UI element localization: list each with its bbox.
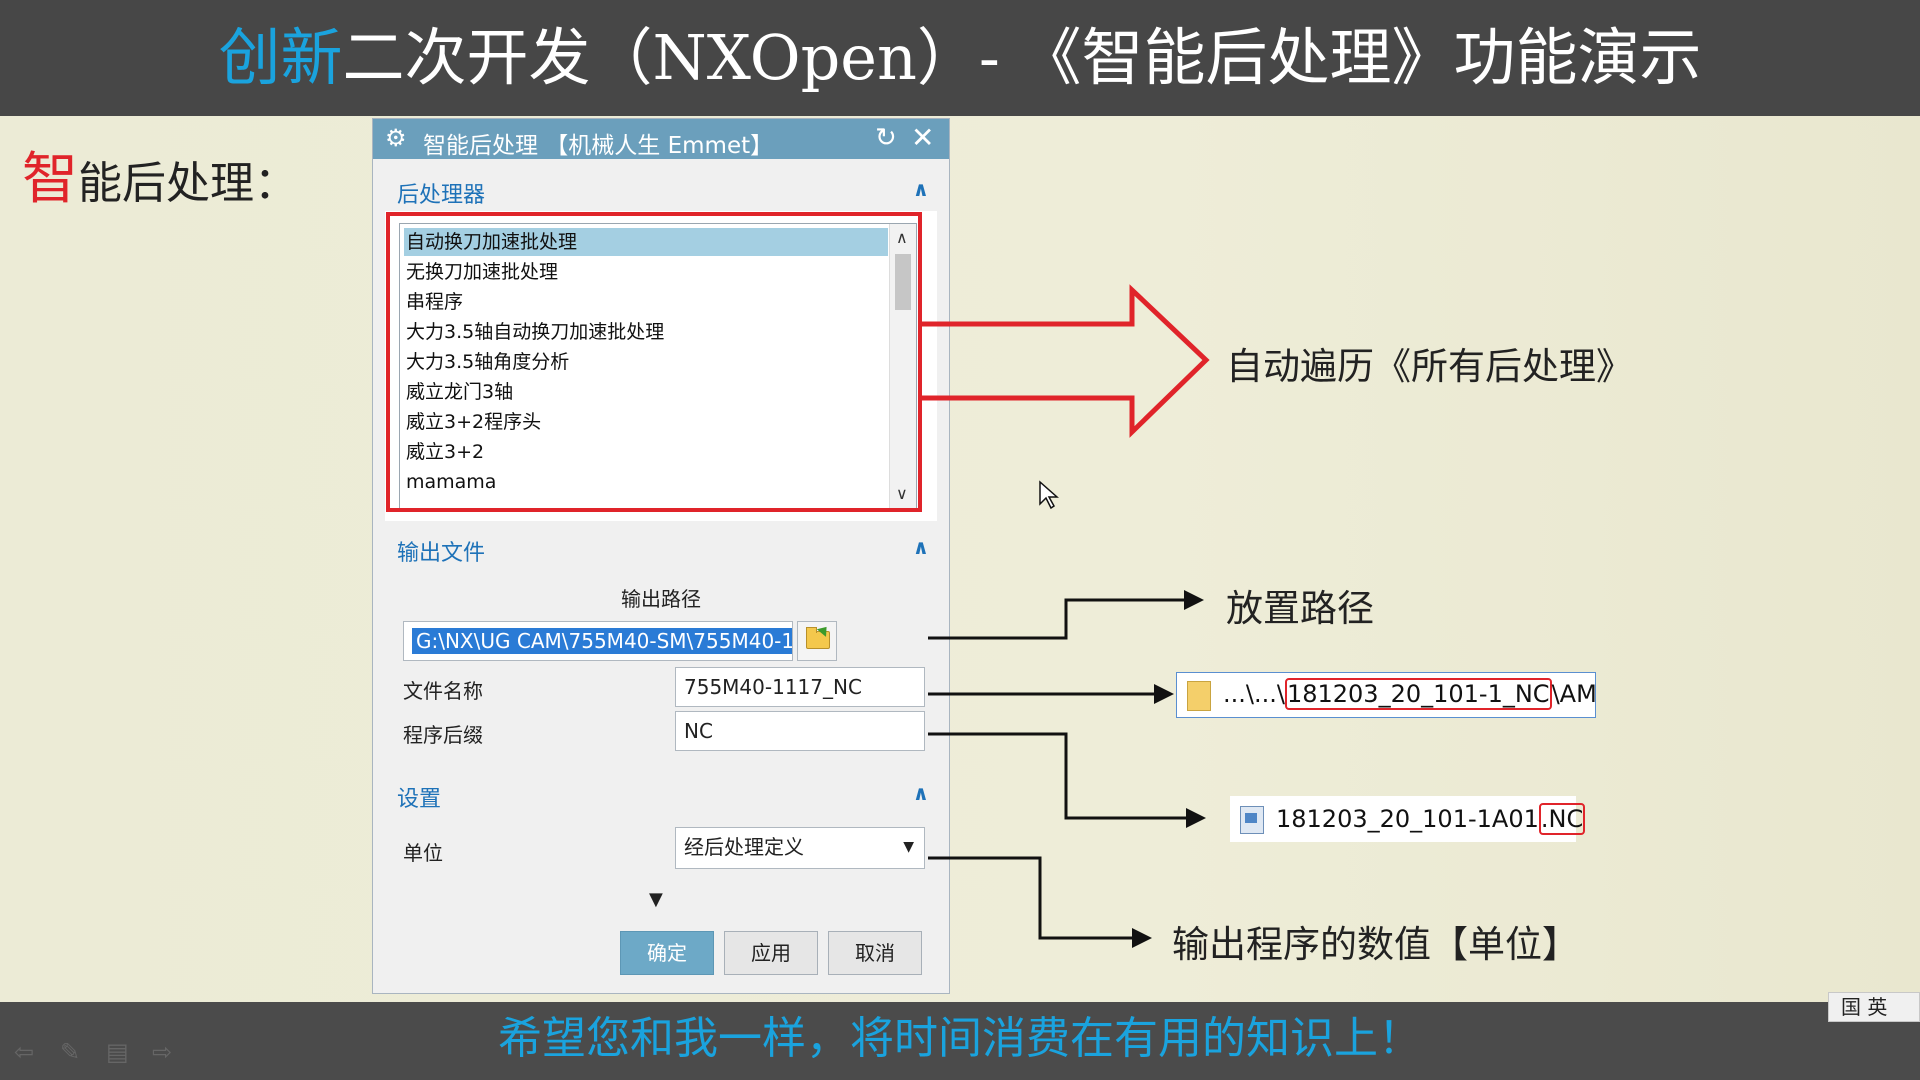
- annotation-path: 放置路径: [1226, 587, 1374, 630]
- mouse-cursor-icon: [1039, 480, 1059, 510]
- folder-icon: [1187, 681, 1211, 711]
- nc-file-icon: [1240, 806, 1264, 834]
- annotation-traverse: 自动遍历《所有后处理》: [1226, 345, 1633, 388]
- arrowhead: [1154, 684, 1174, 704]
- annotation-arrows: [920, 284, 1210, 948]
- example-folder-path: ...\...\181203_20_101-1_NC\AM: [1176, 672, 1597, 718]
- folder-prefix: ...\...\: [1223, 680, 1285, 708]
- folder-highlight: 181203_20_101-1_NC: [1284, 678, 1552, 710]
- example-file-text: 181203_20_101-1A01.NC: [1276, 796, 1586, 842]
- footer-text: 希望您和我一样，将时间消费在有用的知识上！: [498, 1013, 1422, 1064]
- annotation-unit: 输出程序的数值【单位】: [1172, 923, 1579, 966]
- pen-icon[interactable]: ✎: [60, 1038, 80, 1066]
- suffix-connector: [928, 732, 1198, 820]
- arrowhead: [1132, 928, 1152, 948]
- back-arrow-icon[interactable]: ⇦: [14, 1038, 34, 1066]
- unit-connector: [928, 856, 1144, 940]
- big-red-arrow: [920, 284, 1210, 438]
- arrowhead: [1184, 590, 1204, 610]
- path-connector: [928, 598, 1196, 640]
- arrowhead: [1186, 808, 1206, 828]
- example-folder-text: ...\...\181203_20_101-1_NC\AM: [1223, 673, 1597, 715]
- forward-arrow-icon[interactable]: ⇨: [152, 1038, 172, 1066]
- folder-suffix: \AM: [1551, 680, 1597, 708]
- ime-indicator[interactable]: 国 英: [1828, 992, 1920, 1022]
- menu-icon[interactable]: ▤: [106, 1038, 129, 1066]
- example-output-file: 181203_20_101-1A01.NC: [1230, 796, 1586, 842]
- file-prefix: 181203_20_101-1A01: [1276, 805, 1539, 833]
- file-highlight: .NC: [1538, 803, 1586, 835]
